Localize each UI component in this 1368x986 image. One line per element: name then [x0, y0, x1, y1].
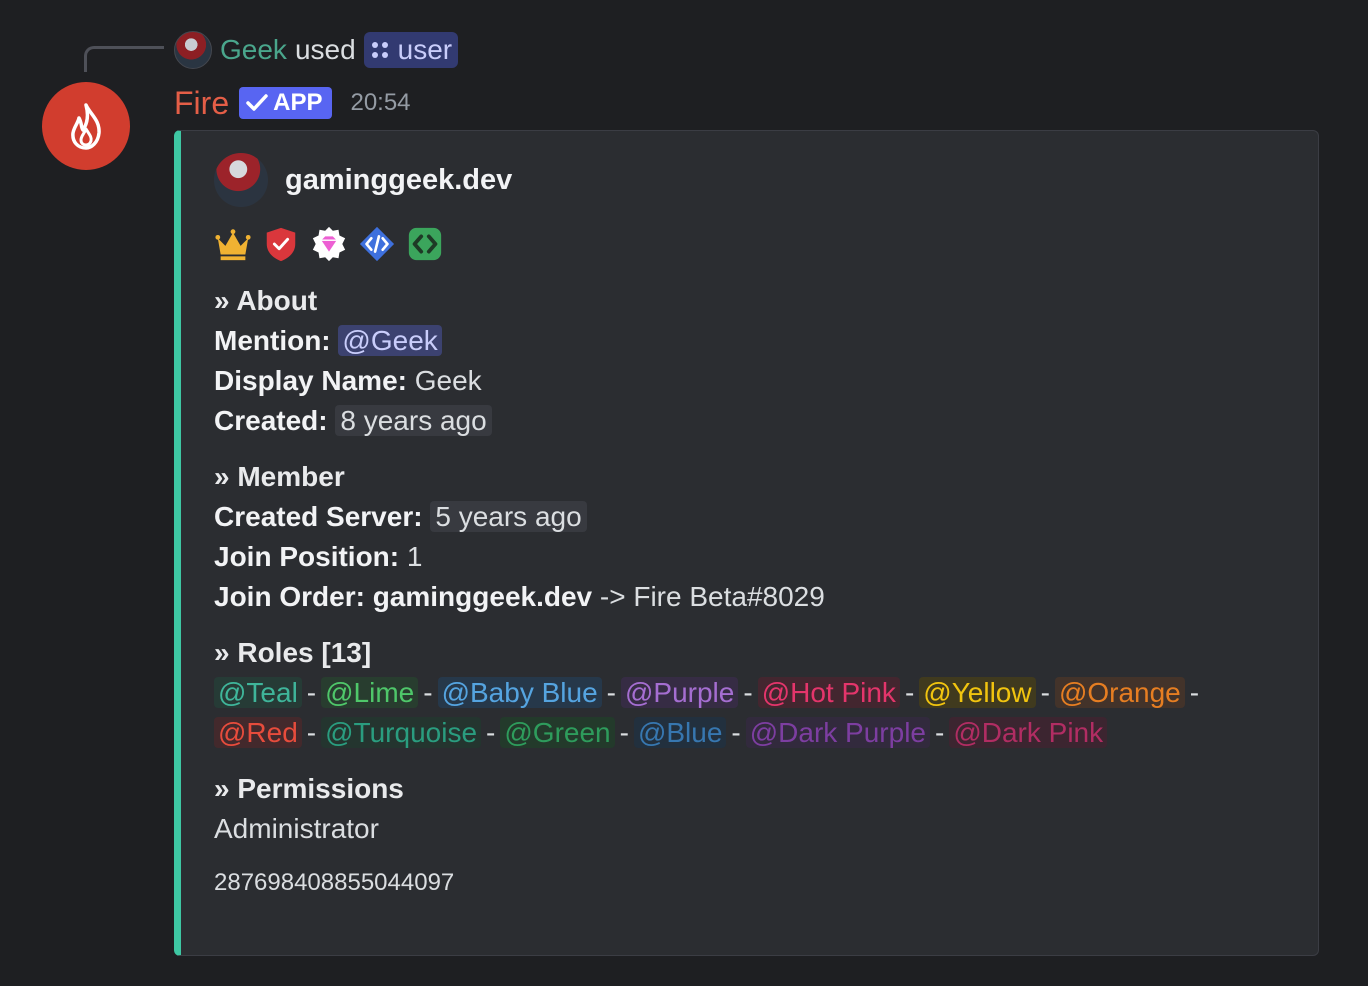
role-mention[interactable]: @Orange [1054, 677, 1185, 708]
role-separator: - [935, 717, 945, 748]
badge-row [214, 225, 444, 263]
member-heading: » Member [214, 461, 345, 492]
reply-connector-line [84, 46, 164, 72]
role-separator: - [306, 717, 317, 748]
role-separator: - [1189, 677, 1200, 708]
join-order-user: gaminggeek.dev [372, 581, 593, 612]
role-separator: - [731, 717, 741, 748]
user-mention[interactable]: @Geek [338, 325, 442, 356]
permissions-value: Administrator [214, 813, 379, 844]
created-server-label: Created Server: [214, 501, 423, 532]
role-mention[interactable]: @Turquoise [321, 717, 482, 748]
command-name: user [397, 34, 453, 65]
mention-label: Mention: [214, 325, 331, 356]
reply-user-avatar[interactable] [174, 31, 212, 69]
join-position-label: Join Position: [214, 541, 400, 572]
created-label: Created: [214, 405, 328, 436]
message-timestamp[interactable]: 20:54 [350, 89, 410, 117]
join-order-label: Join Order: [214, 581, 365, 612]
roles-heading: » Roles [13] [214, 637, 372, 668]
reply-context[interactable]: Geek used user [174, 30, 459, 70]
app-tag-label: APP [273, 89, 323, 116]
mention-line: Mention: @Geek [214, 321, 1288, 361]
roles-list: @Teal - @Lime - @Baby Blue - @Purple - @Hot Pink… [214, 673, 1288, 753]
role-mention[interactable]: @Purple [620, 677, 739, 708]
command-mention[interactable]: user [363, 32, 459, 68]
role-mention[interactable]: @Yellow [919, 677, 1036, 708]
created-server-line: Created Server: 5 years ago [214, 497, 1288, 537]
role-separator: - [619, 717, 629, 748]
role-mention[interactable]: @Green [500, 717, 615, 748]
join-order-rest: -> Fire Beta#8029 [599, 581, 825, 612]
created-timestamp[interactable]: 8 years ago [335, 405, 492, 436]
author-name[interactable]: gaminggeek.dev [285, 164, 512, 197]
bot-avatar[interactable] [42, 82, 130, 170]
app-tag: APP [239, 87, 333, 119]
reply-user-name[interactable]: Geek [220, 34, 287, 66]
display-name-value: Geek [414, 365, 482, 396]
bot-name[interactable]: Fire [174, 85, 229, 122]
role-mention[interactable]: @Teal [214, 677, 302, 708]
role-separator: - [306, 677, 317, 708]
role-mention[interactable]: @Blue [633, 717, 727, 748]
flame-icon [71, 103, 101, 150]
crown-icon [215, 229, 251, 261]
user-info-embed: gaminggeek.dev » About Mention: @Geek Di… [174, 130, 1319, 956]
role-mention[interactable]: @Dark Pink [949, 717, 1108, 748]
embed-description: » About Mention: @Geek Display Name: Gee… [214, 281, 1288, 903]
join-order-line: Join Order: gaminggeek.dev -> Fire Beta#… [214, 577, 1288, 617]
join-position-value: 1 [406, 541, 423, 572]
join-position-line: Join Position: 1 [214, 537, 1288, 577]
author-avatar[interactable] [214, 153, 268, 207]
role-mention[interactable]: @Baby Blue [437, 677, 602, 708]
display-name-label: Display Name: [214, 365, 407, 396]
embed-footer-id: 287698408855044097 [214, 869, 455, 896]
role-separator: - [606, 677, 616, 708]
permissions-heading: » Permissions [214, 773, 404, 804]
role-separator: - [904, 677, 915, 708]
gem-icon [312, 226, 346, 262]
apps-icon [371, 42, 388, 58]
reply-used-text: used [294, 34, 356, 65]
checkmark-icon [246, 94, 268, 111]
role-mention[interactable]: @Hot Pink [757, 677, 900, 708]
code-icon [359, 226, 395, 262]
display-name-line: Display Name: Geek [214, 361, 1288, 401]
role-separator: - [486, 717, 496, 748]
role-separator: - [423, 677, 433, 708]
created-server-timestamp[interactable]: 5 years ago [430, 501, 587, 532]
message-header: Fire APP 20:54 [174, 82, 411, 124]
embed-author[interactable]: gaminggeek.dev [214, 153, 512, 207]
role-mention[interactable]: @Lime [321, 677, 419, 708]
role-separator: - [1040, 677, 1050, 708]
role-separator: - [743, 677, 753, 708]
brackets-icon [408, 227, 442, 261]
role-mention[interactable]: @Dark Purple [745, 717, 930, 748]
role-mention[interactable]: @Red [214, 717, 302, 748]
created-line: Created: 8 years ago [214, 401, 1288, 441]
about-heading: » About [214, 285, 318, 316]
shield-check-icon [266, 227, 296, 262]
